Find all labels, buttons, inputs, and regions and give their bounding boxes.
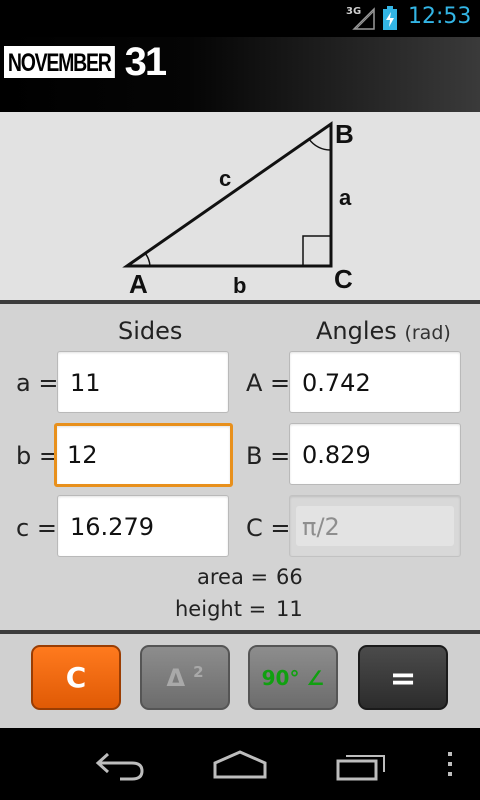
delta-square-button[interactable]: Δ2 xyxy=(140,645,230,710)
area-value: 66 xyxy=(276,565,303,589)
logo-word: NOVEMBER xyxy=(4,46,115,78)
angles-heading-text: Angles xyxy=(316,317,397,345)
angle-c-value: π/2 xyxy=(302,513,340,541)
area-label: area = xyxy=(197,565,269,589)
buttons-panel: C Δ2 90° ∠ = xyxy=(0,634,480,728)
app-header: NOVEMBER 31 xyxy=(0,37,480,112)
recent-apps-icon[interactable] xyxy=(334,748,390,782)
height-label: height = xyxy=(175,597,267,621)
vertex-label-a: A xyxy=(129,269,148,299)
side-c-label: c = xyxy=(16,514,57,542)
sides-heading: Sides xyxy=(118,317,183,345)
angle-c-label: C = xyxy=(246,514,291,542)
right-angle-label: 90° ∠ xyxy=(261,665,325,690)
clock: 12:53 xyxy=(408,4,472,29)
side-label-c: c xyxy=(219,166,231,191)
triangle-svg: A B C a b c xyxy=(122,119,354,299)
back-arrow-icon[interactable] xyxy=(92,748,148,782)
equals-button[interactable]: = xyxy=(358,645,448,710)
angle-b-input[interactable]: 0.829 xyxy=(289,423,461,485)
signal-3g-icon xyxy=(352,7,375,30)
clear-label: C xyxy=(65,661,87,694)
height-value: 11 xyxy=(276,597,303,621)
inputs-panel: Sides Angles (rad) a = 11 A = 0.742 b = … xyxy=(0,304,480,630)
angle-a-value: 0.742 xyxy=(302,369,371,397)
home-icon[interactable] xyxy=(212,748,268,782)
side-b-input[interactable]: 12 xyxy=(54,423,233,487)
angle-c-input: π/2 xyxy=(289,495,461,557)
angle-a-arc xyxy=(144,252,151,267)
side-b-label: b = xyxy=(16,442,59,470)
side-a-value: 11 xyxy=(70,369,101,397)
angle-b-arc xyxy=(308,138,332,151)
navigation-bar xyxy=(0,728,480,800)
side-c-input[interactable]: 16.279 xyxy=(57,495,229,557)
logo-number: 31 xyxy=(124,39,167,84)
angle-a-label: A = xyxy=(246,369,291,397)
right-angle-marker xyxy=(302,235,332,267)
right-angle-button[interactable]: 90° ∠ xyxy=(248,645,338,710)
status-bar: 3G 12:53 xyxy=(0,0,480,37)
angle-b-label: B = xyxy=(246,442,291,470)
side-a-input[interactable]: 11 xyxy=(57,351,229,413)
delta-label: Δ xyxy=(166,663,186,692)
angles-heading: Angles (rad) xyxy=(316,317,451,345)
square-sup: 2 xyxy=(193,662,204,681)
side-label-b: b xyxy=(233,273,246,298)
side-b-value: 12 xyxy=(67,441,98,469)
overflow-menu-icon[interactable] xyxy=(444,750,456,780)
vertex-label-c: C xyxy=(334,264,353,294)
equals-label: = xyxy=(389,658,417,697)
side-a-label: a = xyxy=(16,369,59,397)
app-logo: NOVEMBER 31 xyxy=(4,39,167,84)
angle-a-input[interactable]: 0.742 xyxy=(289,351,461,413)
side-c-value: 16.279 xyxy=(70,513,154,541)
triangle-diagram: A B C a b c xyxy=(0,112,480,300)
side-label-a: a xyxy=(339,185,352,210)
clear-button[interactable]: C xyxy=(31,645,121,710)
triangle-shape xyxy=(122,121,333,268)
vertex-label-b: B xyxy=(335,119,354,149)
angle-b-value: 0.829 xyxy=(302,441,371,469)
angles-unit: (rad) xyxy=(404,322,451,344)
battery-charging-icon xyxy=(383,6,397,30)
